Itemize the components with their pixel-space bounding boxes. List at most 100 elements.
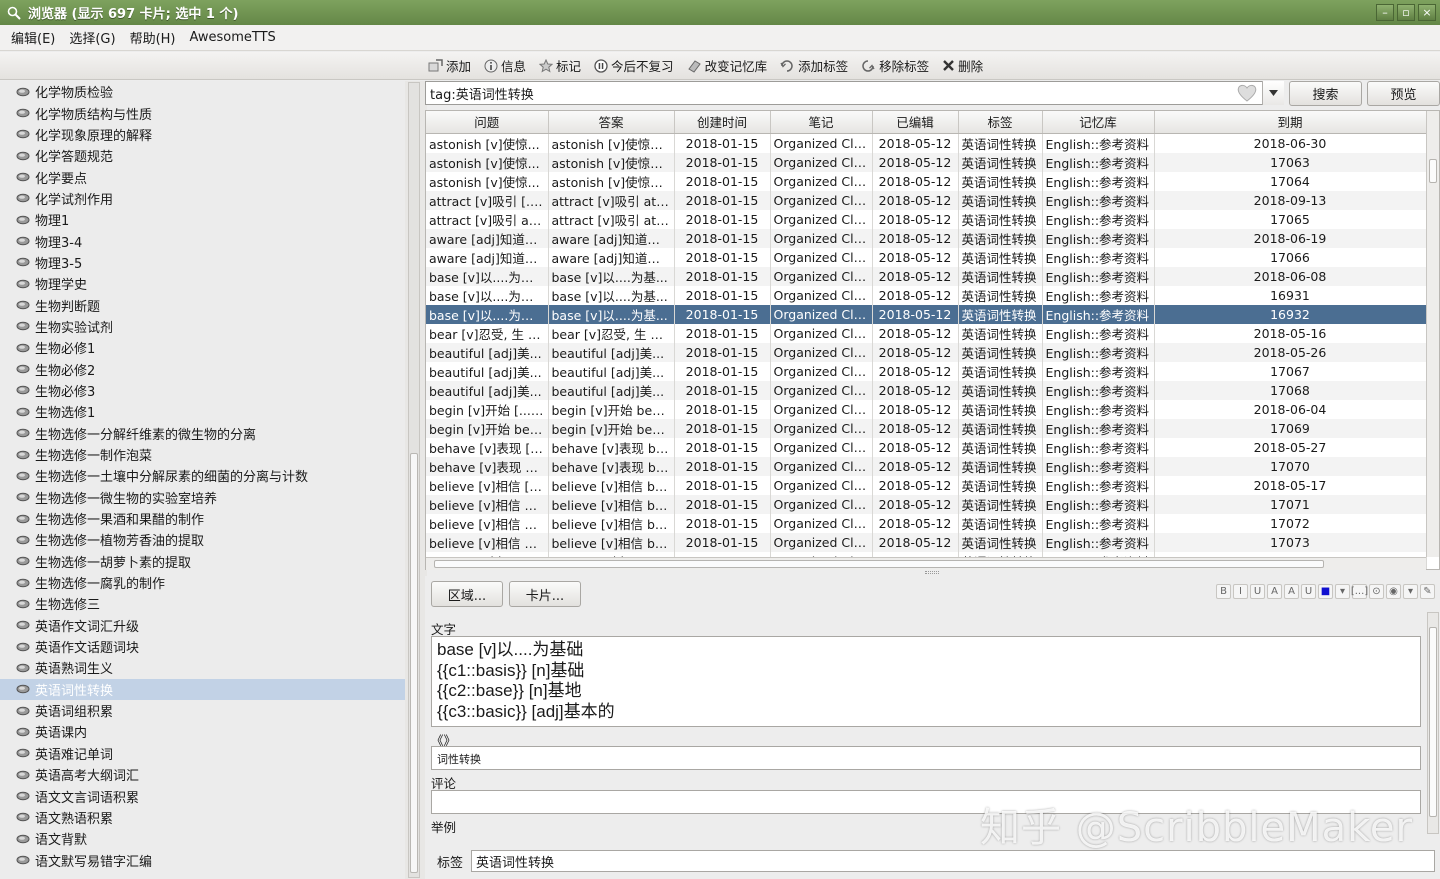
search-button[interactable]: 搜索 <box>1289 81 1362 106</box>
column-header[interactable]: 已编辑 <box>872 111 959 134</box>
sidebar-item[interactable]: 生物必修1 <box>0 337 405 358</box>
menu-select[interactable]: 选择(G) <box>62 28 122 47</box>
sidebar-item[interactable]: 语文默写易错字汇编 <box>0 849 405 870</box>
fields-button[interactable]: 区域... <box>431 581 503 607</box>
table-row[interactable]: believe [v]相信 bel... believe [v]相信 bel...… <box>426 494 1427 514</box>
sidebar-item[interactable]: 英语词性转换 <box>0 678 405 700</box>
sidebar-item[interactable]: 生物必修3 <box>0 380 405 401</box>
sidebar-item[interactable]: 化学要点 <box>0 166 405 187</box>
cards-button[interactable]: 卡片... <box>509 581 581 607</box>
table-row[interactable]: bear [v]忍受, 生 [...... bear [v]忍受, 生 bir..… <box>426 323 1427 343</box>
sidebar-item[interactable]: 生物选修一土壤中分解尿素的细菌的分离与计数 <box>0 465 405 486</box>
sidebar-scrollbar[interactable] <box>408 82 420 878</box>
table-row[interactable]: aware [adj]知道的... aware [adj]知道的 ... 2018-… <box>426 247 1427 267</box>
table-scroll-thumb[interactable] <box>1429 159 1437 183</box>
column-header[interactable]: 问题 <box>426 111 549 134</box>
sidebar-scroll-thumb[interactable] <box>410 453 418 873</box>
preview-button[interactable]: 预览 <box>1367 81 1440 106</box>
format-button[interactable]: ▾ <box>1403 584 1418 599</box>
suspend-button[interactable]: 今后不复习 <box>594 56 674 75</box>
table-row[interactable]: believe [v]相信 [...... believe [v]相信 bel..… <box>426 475 1427 495</box>
horizontal-splitter[interactable] <box>925 571 939 574</box>
format-button[interactable]: A <box>1284 584 1299 599</box>
format-button[interactable]: ■ <box>1318 584 1333 599</box>
table-row[interactable]: behave [v]表现 [...... behave [v]表现 be... 20… <box>426 437 1427 457</box>
format-button[interactable]: A <box>1267 584 1282 599</box>
sidebar-item[interactable]: 英语高考大纲词汇 <box>0 764 405 785</box>
sidebar-item[interactable]: 英语课内 <box>0 721 405 742</box>
table-row[interactable]: base [v]以....为基... base [v]以....为基... 2018… <box>426 285 1427 305</box>
format-button[interactable]: I <box>1233 584 1248 599</box>
add-tags-button[interactable]: 添加标签 <box>780 56 848 75</box>
sidebar-item[interactable]: 生物选修1 <box>0 401 405 422</box>
menu-edit[interactable]: 编辑(E) <box>4 28 62 47</box>
editor-scroll-thumb[interactable] <box>1429 627 1437 817</box>
format-button[interactable]: ✎ <box>1420 584 1435 599</box>
sidebar-item[interactable]: 语文熟语积累 <box>0 807 405 828</box>
menu-help[interactable]: 帮助(H) <box>123 28 183 47</box>
change-deck-button[interactable]: 改变记忆库 <box>687 56 767 75</box>
sidebar-item[interactable]: 英语词组积累 <box>0 700 405 721</box>
sidebar-item[interactable]: 物理学史 <box>0 273 405 294</box>
sidebar-item[interactable]: 英语熟词生义 <box>0 657 405 678</box>
sidebar-item[interactable]: 化学物质结构与性质 <box>0 102 405 123</box>
table-row[interactable]: attract [v]吸引 att... attract [v]吸引 att...… <box>426 209 1427 229</box>
text-field[interactable]: base [v]以....为基础 {{c1::basis}} [n]基础 {{c… <box>431 636 1421 727</box>
table-row[interactable]: beautiful [adj]美... beautiful [adj]美... 20… <box>426 380 1427 400</box>
sidebar-item[interactable]: 生物选修三 <box>0 593 405 614</box>
format-button[interactable]: ◉ <box>1386 584 1401 599</box>
table-row[interactable]: behave [v]表现 be... behave [v]表现 be... 2018… <box>426 456 1427 476</box>
close-button[interactable]: × <box>1418 4 1436 21</box>
sidebar-item[interactable]: 生物选修一分解纤维素的微生物的分离 <box>0 423 405 444</box>
table-row[interactable]: begin [v]开始 [...] ... begin [v]开始 begi...… <box>426 399 1427 419</box>
table-row[interactable]: attract [v]吸引 [...... attract [v]吸引 att..… <box>426 190 1427 210</box>
format-button[interactable]: U <box>1301 584 1316 599</box>
tags-input[interactable]: 英语词性转换 <box>471 850 1435 872</box>
column-header[interactable]: 记忆库 <box>1042 111 1155 134</box>
format-button[interactable]: U <box>1250 584 1265 599</box>
sidebar-item[interactable]: 语文文言词语积累 <box>0 785 405 806</box>
column-header[interactable]: 创建时间 <box>674 111 771 134</box>
table-row[interactable]: astonish [v]使惊... astonish [v]使惊讶... 2018-… <box>426 133 1427 153</box>
sidebar-item[interactable]: 英语作文话题词块 <box>0 636 405 657</box>
add-button[interactable]: 添加 <box>428 56 471 75</box>
heart-icon[interactable] <box>1235 83 1259 103</box>
table-row[interactable]: begin [v]开始 begi... begin [v]开始 begi... 20… <box>426 418 1427 438</box>
sidebar-item[interactable]: 语文背默 <box>0 828 405 849</box>
sidebar-item[interactable]: 化学物质检验 <box>0 81 405 102</box>
sidebar-item[interactable]: 英语作文词汇升级 <box>0 615 405 636</box>
sidebar-item[interactable]: 物理3-5 <box>0 252 405 273</box>
table-row[interactable]: base [v]以....为基... base [v]以....为基... 2018… <box>426 304 1427 324</box>
table-horizontal-scrollbar[interactable] <box>426 557 1426 570</box>
column-header[interactable]: 标签 <box>958 111 1043 134</box>
sidebar-item[interactable]: 物理1 <box>0 209 405 230</box>
sidebar-item[interactable]: 物理3-4 <box>0 230 405 251</box>
table-row[interactable]: believe [v]相信 bel... believe [v]相信 bel...… <box>426 513 1427 533</box>
sidebar-item[interactable]: 化学答题规范 <box>0 145 405 166</box>
sidebar-item[interactable]: 生物判断题 <box>0 294 405 315</box>
sidebar-item[interactable]: 生物选修一胡萝卜素的提取 <box>0 551 405 572</box>
maximize-button[interactable]: ▫ <box>1397 4 1415 21</box>
column-header[interactable]: 到期 <box>1154 111 1427 134</box>
sidebar-item[interactable]: 生物选修一制作泡菜 <box>0 444 405 465</box>
table-row[interactable]: astonish [v]使惊... astonish [v]使惊讶... 2018-… <box>426 152 1427 172</box>
table-vertical-scrollbar[interactable] <box>1426 111 1439 557</box>
info-button[interactable]: 信息 <box>484 56 526 75</box>
sidebar-item[interactable]: 生物选修一微生物的实验室培养 <box>0 487 405 508</box>
table-hscroll-thumb[interactable] <box>434 560 1324 568</box>
extra-field[interactable]: 词性转换 <box>431 746 1421 770</box>
mark-button[interactable]: 标记 <box>539 56 581 75</box>
menu-awesometts[interactable]: AwesomeTTS <box>183 30 283 45</box>
sidebar-item[interactable]: 生物选修一腐乳的制作 <box>0 572 405 593</box>
sidebar-item[interactable]: 英语难记单词 <box>0 743 405 764</box>
sidebar-item[interactable]: 化学现象原理的解释 <box>0 124 405 145</box>
remove-tags-button[interactable]: 移除标签 <box>861 56 929 75</box>
format-button[interactable]: B <box>1216 584 1231 599</box>
editor-scrollbar[interactable] <box>1427 612 1439 834</box>
table-row[interactable]: astonish [v]使惊... astonish [v]使惊讶... 2018-… <box>426 171 1427 191</box>
search-history-dropdown[interactable] <box>1262 81 1284 105</box>
format-button[interactable]: [...] <box>1351 584 1368 599</box>
table-row[interactable]: beautiful [adj]美... beautiful [adj]美... 20… <box>426 361 1427 381</box>
sidebar-item[interactable]: 生物必修2 <box>0 358 405 379</box>
table-row[interactable]: base [v]以....为基... base [v]以....为基... 2018… <box>426 266 1427 286</box>
